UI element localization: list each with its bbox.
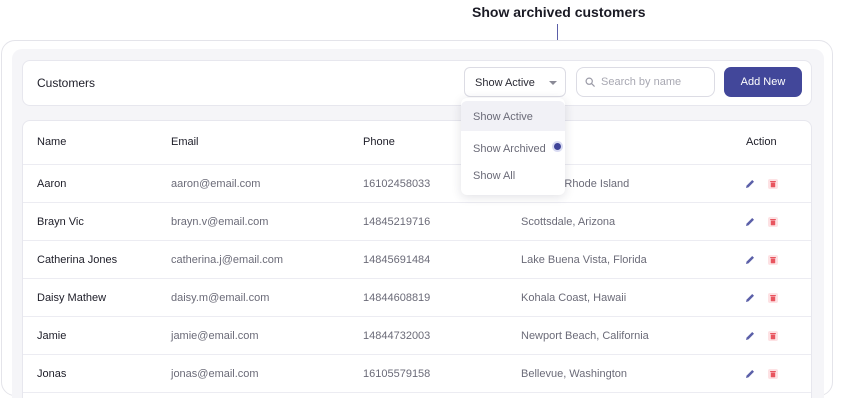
customers-table: Name Email Phone Action Aaron aaron@emai… [22, 120, 812, 398]
pencil-icon[interactable] [744, 216, 756, 228]
customers-panel: Customers Show Active Add New Name Email… [12, 49, 824, 398]
cell-email: jamie@email.com [171, 330, 259, 342]
cell-phone: 14845691484 [363, 254, 431, 266]
cell-email: daisy.m@email.com [171, 292, 270, 304]
status-filter-value: Show Active [475, 77, 535, 89]
cell-location: Scottsdale, Arizona [521, 216, 616, 228]
table-row: Jonas jonas@email.com 16105579158 Bellev… [23, 355, 811, 393]
cell-name: Brayn Vic [37, 216, 84, 228]
trash-icon[interactable] [767, 292, 779, 304]
cell-email: brayn.v@email.com [171, 216, 269, 228]
table-row: Daisy Mathew daisy.m@email.com 148446088… [23, 279, 811, 317]
search-icon [585, 77, 595, 87]
annotation-marker-dot [552, 141, 563, 152]
trash-icon[interactable] [767, 178, 779, 190]
column-header-phone[interactable]: Phone [363, 136, 395, 148]
cell-phone: 14845219716 [363, 216, 431, 228]
column-header-name[interactable]: Name [37, 136, 66, 148]
table-header: Name Email Phone Action [23, 121, 811, 165]
page-title: Customers [37, 76, 96, 90]
search-box [576, 67, 715, 97]
search-input[interactable] [601, 68, 711, 96]
cell-location: Lake Buena Vista, Florida [521, 254, 647, 266]
cell-location: Bellevue, Washington [521, 368, 627, 380]
chevron-down-icon [549, 81, 557, 85]
outer-frame: Customers Show Active Add New Name Email… [1, 40, 833, 398]
add-new-button[interactable]: Add New [724, 67, 802, 97]
dropdown-option-show-active[interactable]: Show Active [461, 101, 565, 131]
trash-icon[interactable] [767, 216, 779, 228]
cell-name: Jamie [37, 330, 67, 342]
cell-email: catherina.j@email.com [171, 254, 284, 266]
status-filter-dropdown: Show Active Show Archived Show All [461, 98, 565, 195]
pencil-icon[interactable] [744, 330, 756, 342]
column-header-action: Action [746, 136, 777, 148]
pencil-icon[interactable] [744, 178, 756, 190]
table-body: Aaron aaron@email.com 16102458033 ...rou… [23, 165, 811, 393]
dropdown-option-show-all[interactable]: Show All [461, 160, 565, 190]
table-row: Aaron aaron@email.com 16102458033 ...rou… [23, 165, 811, 203]
cell-phone: 16102458033 [363, 178, 431, 190]
table-row: Brayn Vic brayn.v@email.com 14845219716 … [23, 203, 811, 241]
cell-name: Aaron [37, 178, 67, 190]
cell-name: Daisy Mathew [37, 292, 107, 304]
dropdown-option-show-archived[interactable]: Show Archived [461, 133, 565, 163]
trash-icon[interactable] [767, 254, 779, 266]
toolbar: Customers Show Active Add New [22, 60, 812, 106]
pencil-icon[interactable] [744, 254, 756, 266]
cell-location: Newport Beach, California [521, 330, 649, 342]
table-row: Catherina Jones catherina.j@email.com 14… [23, 241, 811, 279]
pencil-icon[interactable] [744, 368, 756, 380]
cell-email: jonas@email.com [171, 368, 259, 380]
cell-email: aaron@email.com [171, 178, 261, 190]
cell-name: Catherina Jones [37, 254, 118, 266]
status-filter-select[interactable]: Show Active [464, 67, 566, 97]
column-header-email[interactable]: Email [171, 136, 199, 148]
cell-phone: 14844732003 [363, 330, 431, 342]
cell-name: Jonas [37, 368, 67, 380]
annotation-label: Show archived customers [472, 4, 646, 20]
table-row: Jamie jamie@email.com 14844732003 Newpor… [23, 317, 811, 355]
trash-icon[interactable] [767, 368, 779, 380]
cell-phone: 16105579158 [363, 368, 431, 380]
pencil-icon[interactable] [744, 292, 756, 304]
cell-phone: 14844608819 [363, 292, 431, 304]
cell-location: Kohala Coast, Hawaii [521, 292, 627, 304]
trash-icon[interactable] [767, 330, 779, 342]
